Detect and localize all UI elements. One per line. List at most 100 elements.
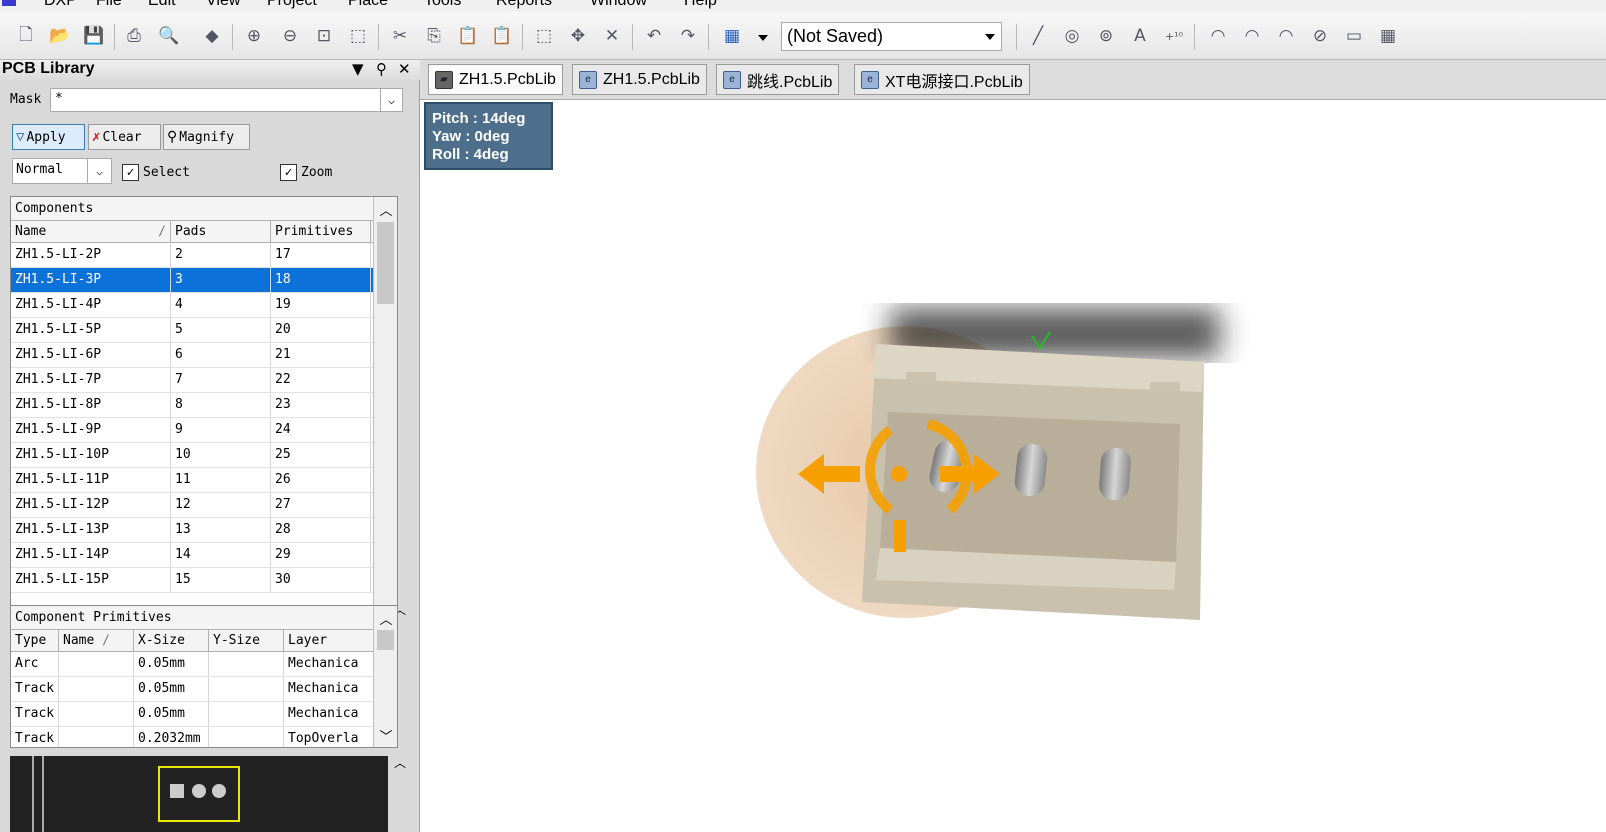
component-row[interactable]: ZH1.5-LI-5P 5 20 xyxy=(11,318,397,343)
primitive-row[interactable]: Track 0.2032mm TopOverla xyxy=(11,727,397,747)
fill-icon[interactable]: ▭ xyxy=(1342,24,1366,48)
menu-reports[interactable]: Reports xyxy=(496,0,552,10)
close-icon[interactable]: ✕ xyxy=(398,60,411,78)
components-grid: Components Name ∕ Pads Primitives ZH1.5-L… xyxy=(10,196,398,667)
cut-icon[interactable]: ✂ xyxy=(388,24,412,48)
components-scrollbar[interactable]: ︿ ﹀ xyxy=(373,197,397,666)
view-config-combo[interactable]: (Not Saved) xyxy=(781,22,1002,51)
mask-input[interactable]: * ⌵ xyxy=(50,88,403,112)
3d-viewport[interactable] xyxy=(420,100,1606,832)
col-type[interactable]: Type xyxy=(11,630,59,651)
primitives-scrollbar[interactable]: ︿ ﹀ xyxy=(373,606,397,747)
col-prim-name[interactable]: Name ∕ xyxy=(59,630,134,651)
select-area-icon[interactable]: ⬚ xyxy=(532,24,556,48)
3d-view-icon[interactable]: ◆ xyxy=(200,24,224,48)
undo-icon[interactable]: ↶ xyxy=(642,24,666,48)
component-row[interactable]: ZH1.5-LI-2P 2 17 xyxy=(11,243,397,268)
tab-zh15[interactable]: e ZH1.5.PcbLib xyxy=(572,64,707,95)
coordinate-icon[interactable]: +¹⁰ xyxy=(1162,24,1186,48)
menu-place[interactable]: Place xyxy=(348,0,388,10)
scroll-up-icon[interactable]: ︿ xyxy=(374,608,397,628)
menu-view[interactable]: View xyxy=(206,0,240,10)
magnify-button[interactable]: ⚲ Magnify xyxy=(163,124,250,150)
col-name[interactable]: Name ∕ xyxy=(11,221,171,242)
zoom-area-icon[interactable]: ⬚ xyxy=(346,24,370,48)
component-row[interactable]: ZH1.5-LI-9P 9 24 xyxy=(11,418,397,443)
save-icon[interactable]: 💾 xyxy=(82,24,106,48)
arc-center-icon[interactable]: ◠ xyxy=(1206,24,1230,48)
component-row[interactable]: ZH1.5-LI-10P 10 25 xyxy=(11,443,397,468)
text-icon[interactable]: A xyxy=(1128,24,1152,48)
tab-xt-power[interactable]: e XT电源接口.PcbLib xyxy=(854,64,1030,95)
apply-button[interactable]: ▽ Apply xyxy=(12,124,85,150)
select-checkbox[interactable]: ✓ Select xyxy=(122,164,190,181)
panel-menu-icon[interactable]: ▼ xyxy=(352,60,364,78)
circle-icon[interactable]: ⊘ xyxy=(1308,24,1332,48)
pin-icon[interactable]: ⚲ xyxy=(376,60,387,78)
footprint-preview[interactable] xyxy=(10,756,388,832)
pcb-library-panel: PCB Library ▼ ⚲ ✕ Mask * ⌵ ▽ Apply ✗ Cle… xyxy=(0,60,420,832)
component-row[interactable]: ZH1.5-LI-12P 12 27 xyxy=(11,493,397,518)
col-ysize[interactable]: Y-Size xyxy=(209,630,284,651)
component-row[interactable]: ZH1.5-LI-6P 6 21 xyxy=(11,343,397,368)
component-row[interactable]: ZH1.5-LI-3P 3 18 xyxy=(11,268,397,293)
move-icon[interactable]: ✥ xyxy=(566,24,590,48)
dxp-logo-icon[interactable] xyxy=(2,0,16,6)
component-row[interactable]: ZH1.5-LI-14P 14 29 xyxy=(11,543,397,568)
scroll-up-icon[interactable]: ︿ xyxy=(374,199,397,219)
component-primitives: 19 xyxy=(271,293,371,317)
primitive-row[interactable]: Track 0.05mm Mechanica xyxy=(11,677,397,702)
menu-project[interactable]: Project xyxy=(267,0,317,10)
paste-special-icon[interactable]: 📋 xyxy=(490,24,514,48)
col-primitives[interactable]: Primitives xyxy=(271,221,371,242)
scroll-down-icon[interactable]: ﹀ xyxy=(374,725,397,745)
col-layer[interactable]: Layer xyxy=(284,630,374,651)
via-icon[interactable]: ⊚ xyxy=(1094,24,1118,48)
arc-edge-icon[interactable]: ◠ xyxy=(1240,24,1264,48)
tab-zh15-active[interactable]: ▰ ZH1.5.PcbLib xyxy=(428,64,563,95)
pad-icon[interactable]: ◎ xyxy=(1060,24,1084,48)
grid-icon[interactable]: ▦ xyxy=(720,24,744,48)
copy-icon[interactable]: ⎘ xyxy=(422,24,446,48)
chevron-down-icon[interactable]: ⌵ xyxy=(380,89,402,111)
menu-window[interactable]: Window xyxy=(590,0,647,10)
component-row[interactable]: ZH1.5-LI-7P 7 22 xyxy=(11,368,397,393)
arc-any-icon[interactable]: ◠ xyxy=(1274,24,1298,48)
col-pads[interactable]: Pads xyxy=(171,221,271,242)
array-paste-icon[interactable]: ▦ xyxy=(1376,24,1400,48)
menu-tools[interactable]: Tools xyxy=(424,0,461,10)
primitive-row[interactable]: Arc 0.05mm Mechanica xyxy=(11,652,397,677)
chevron-down-icon[interactable]: ⌵ xyxy=(87,159,111,183)
menu-edit[interactable]: Edit xyxy=(148,0,176,10)
mode-select[interactable]: Normal ⌵ xyxy=(12,158,112,184)
zoom-checkbox[interactable]: ✓ Zoom xyxy=(280,164,332,181)
col-xsize[interactable]: X-Size xyxy=(134,630,209,651)
print-preview-icon[interactable]: 🔍 xyxy=(157,24,181,48)
open-folder-icon[interactable]: 📂 xyxy=(48,24,72,48)
deselect-icon[interactable]: ✕ xyxy=(600,24,624,48)
splitter-up-icon[interactable]: ︿ xyxy=(394,754,406,771)
grid-dropdown-icon[interactable] xyxy=(758,35,768,41)
print-icon[interactable]: ⎙ xyxy=(122,24,146,48)
zoom-out-icon[interactable]: ⊖ xyxy=(278,24,302,48)
component-row[interactable]: ZH1.5-LI-4P 4 19 xyxy=(11,293,397,318)
paste-icon[interactable]: 📋 xyxy=(456,24,480,48)
scroll-thumb[interactable] xyxy=(377,222,394,304)
zoom-fit-icon[interactable]: ⊡ xyxy=(312,24,336,48)
menu-file[interactable]: File xyxy=(96,0,122,10)
menu-help[interactable]: Help xyxy=(684,0,717,10)
redo-icon[interactable]: ↷ xyxy=(676,24,700,48)
zoom-in-icon[interactable]: ⊕ xyxy=(242,24,266,48)
line-icon[interactable]: ╱ xyxy=(1026,24,1050,48)
tab-jumper[interactable]: e 跳线.PcbLib xyxy=(716,64,840,95)
menu-dxp[interactable]: DXP xyxy=(44,0,77,10)
scroll-thumb[interactable] xyxy=(377,630,394,650)
component-row[interactable]: ZH1.5-LI-11P 11 26 xyxy=(11,468,397,493)
component-row[interactable]: ZH1.5-LI-15P 15 30 xyxy=(11,568,397,593)
primitive-row[interactable]: Track 0.05mm Mechanica xyxy=(11,702,397,727)
clear-button[interactable]: ✗ Clear xyxy=(88,124,161,150)
new-file-icon[interactable]: 🗋 xyxy=(14,24,38,48)
component-row[interactable]: ZH1.5-LI-13P 13 28 xyxy=(11,518,397,543)
component-row[interactable]: ZH1.5-LI-8P 8 23 xyxy=(11,393,397,418)
menu-bar: DXP File Edit View Project Place Tools R… xyxy=(0,0,1606,12)
